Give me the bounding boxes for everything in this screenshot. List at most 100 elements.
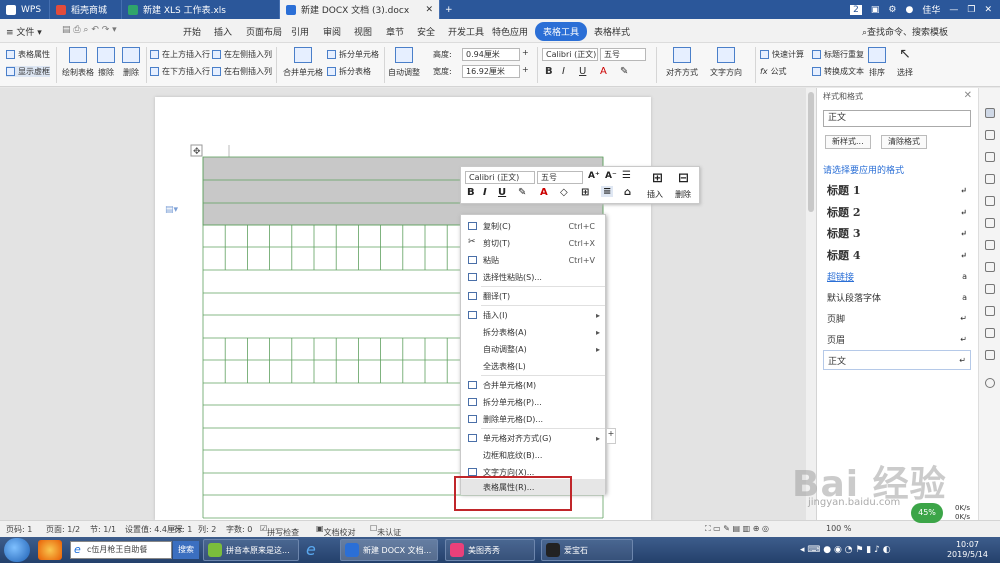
history-icon[interactable] (985, 350, 995, 360)
shading-icon[interactable]: ◇ (560, 187, 568, 198)
clear-format-button[interactable]: 清除格式 (881, 135, 927, 149)
image-icon[interactable] (985, 306, 995, 316)
menu-references[interactable]: 引用 (291, 25, 309, 38)
select-button[interactable]: ↖ 选择 (896, 47, 914, 78)
style-heading-4[interactable]: 标题 4 ↵ (823, 245, 971, 265)
doc-proof-button[interactable]: ▣ 文档校对 (316, 524, 356, 537)
menu-home[interactable]: 开始 (183, 25, 201, 38)
width-input[interactable]: 16.92厘米 (462, 65, 520, 78)
insert-row-above-button[interactable]: 在上方插入行 (150, 49, 210, 60)
height-stepper[interactable]: + (522, 48, 529, 57)
tray-icons[interactable]: ◂ ⌨ ● ◉ ◔ ⚑ ▮ ♪ ◐ (800, 545, 891, 555)
pane-close-icon[interactable]: ✕ (964, 90, 972, 101)
style-default-font[interactable]: 默认段落字体 a (823, 287, 971, 307)
tab-xls[interactable]: 新建 XLS 工作表.xls (122, 0, 280, 19)
style-normal[interactable]: 正文 ↵ (823, 350, 971, 370)
mini-underline-icon[interactable]: U (498, 187, 506, 198)
delete-button[interactable]: 删除 (122, 47, 140, 78)
select-icon[interactable] (985, 130, 995, 140)
menu-review[interactable]: 审阅 (323, 25, 341, 38)
collab-icon[interactable] (985, 262, 995, 272)
menu-auto-fit[interactable]: 自动调整(A) ▸ (461, 341, 605, 357)
menu-developer[interactable]: 开发工具 (448, 25, 484, 38)
view-mode-icons[interactable]: ⛶ ▭ ✎ ▤ ▥ ⊕ ◎ (705, 524, 769, 534)
file-menu[interactable]: ≡ 文件 ▾ (6, 25, 42, 38)
menu-delete-cells[interactable]: 删除单元格(D)... (461, 411, 605, 427)
minimize-icon[interactable]: — (949, 5, 958, 15)
help-icon[interactable] (985, 378, 995, 388)
menu-table-style[interactable]: 表格样式 (594, 25, 630, 38)
menu-insert[interactable]: 插入(I) ▸ (461, 307, 605, 323)
taskbar-search-input[interactable]: c伍月枪王自助餐 (70, 541, 172, 559)
shapes-icon[interactable] (985, 152, 995, 162)
mini-clear-icon[interactable]: ⌂ (624, 187, 631, 198)
favorite-icon[interactable] (985, 218, 995, 228)
grow-font-icon[interactable]: A⁺ (588, 171, 600, 181)
convert-to-text-button[interactable]: 转换成文本 (812, 66, 864, 77)
table-properties-button[interactable]: 表格属性 (6, 49, 50, 60)
highlight-icon[interactable]: ✎ (620, 66, 628, 77)
menu-paste-special[interactable]: 选择性粘贴(S)... (461, 269, 605, 285)
taskbar-search-button[interactable]: 搜索 (173, 541, 199, 559)
menu-cell-align[interactable]: 单元格对齐方式(G) ▸ (461, 430, 605, 446)
italic-icon[interactable]: I (562, 66, 565, 77)
style-footer[interactable]: 页脚 ↵ (823, 308, 971, 328)
user-name[interactable]: 佳华 (922, 3, 940, 16)
menu-copy[interactable]: 复制(C) Ctrl+C (461, 218, 605, 234)
font-select[interactable]: Calibri (正文) (542, 48, 598, 61)
mini-delete-icon[interactable]: ⊟ (678, 171, 689, 186)
mini-highlight-icon[interactable]: ✎ (518, 187, 526, 198)
close-window-icon[interactable]: ✕ (984, 5, 992, 15)
insert-col-right-button[interactable]: 在右侧插入列 (212, 66, 272, 77)
tab-wps[interactable]: WPS (0, 0, 50, 19)
paragraph-layout-icon[interactable]: ▤▾ (165, 205, 179, 215)
height-input[interactable]: 0.94厘米 (462, 48, 520, 61)
mini-delete-label[interactable]: 删除 (675, 189, 691, 200)
width-stepper[interactable]: + (522, 65, 529, 74)
shrink-font-icon[interactable]: A⁻ (605, 171, 617, 181)
split-table-button[interactable]: 拆分表格 (327, 66, 371, 77)
bold-icon[interactable]: B (545, 66, 553, 77)
menu-borders[interactable]: 边框和底纹(B)... (461, 447, 605, 463)
style-heading-3[interactable]: 标题 3 ↵ (823, 223, 971, 243)
menu-page-layout[interactable]: 页面布局 (246, 25, 282, 38)
menu-select-table[interactable]: 全选表格(L) (461, 358, 605, 374)
auto-fit-button[interactable]: 自动调整 (388, 47, 420, 78)
share-icon[interactable] (985, 240, 995, 250)
show-gridlines-button[interactable]: 显示虚框 (6, 66, 50, 77)
taskbar-item-meitu[interactable]: 美图秀秀 (445, 539, 535, 561)
menu-translate[interactable]: 翻译(T) (461, 288, 605, 304)
style-hyperlink[interactable]: 超链接 a (823, 266, 971, 286)
mini-size-select[interactable]: 五号 (537, 171, 583, 184)
mini-insert-icon[interactable]: ⊞ (652, 171, 663, 186)
draw-table-button[interactable]: 绘制表格 (62, 47, 94, 78)
menu-merge-cells[interactable]: 合并单元格(M) (461, 377, 605, 393)
insert-row-below-button[interactable]: 在下方插入行 (150, 66, 210, 77)
close-tab-icon[interactable]: ✕ (425, 5, 433, 15)
browser-quick-icon[interactable] (38, 540, 62, 560)
scrollbar-thumb[interactable] (808, 92, 814, 212)
quick-access-icons[interactable]: ▤ ⎙ ⌕ ↶ ↷ ▾ (62, 25, 117, 35)
tab-docx-active[interactable]: 新建 DOCX 文档 (3).docx ✕ (280, 0, 440, 19)
current-style-select[interactable]: 正文 (823, 110, 971, 127)
text-direction-button[interactable]: 文字方向 (710, 47, 742, 78)
user-avatar[interactable]: ● (906, 5, 914, 15)
style-heading-2[interactable]: 标题 2 ↵ (823, 202, 971, 222)
menu-security[interactable]: 安全 (417, 25, 435, 38)
menu-cut[interactable]: ✂ 剪切(T) Ctrl+X (461, 235, 605, 251)
style-heading-1[interactable]: 标题 1 ↵ (823, 180, 971, 200)
mini-align-icon[interactable]: ≡ (601, 186, 614, 197)
style-header[interactable]: 页眉 ↵ (823, 329, 971, 349)
new-style-button[interactable]: 新样式... (825, 135, 871, 149)
menu-split-cells[interactable]: 拆分单元格(P)... (461, 394, 605, 410)
cert-status[interactable]: ☐ 未认证 (370, 524, 401, 537)
menu-split-table[interactable]: 拆分表格(A) ▸ (461, 324, 605, 340)
menu-view[interactable]: 视图 (354, 25, 372, 38)
align-button[interactable]: 对齐方式 (666, 47, 698, 78)
mini-font-color-icon[interactable]: A (540, 187, 548, 198)
settings-icon[interactable]: ⚙ (888, 5, 896, 15)
tools-icon[interactable] (985, 196, 995, 206)
menu-insert[interactable]: 插入 (214, 25, 232, 38)
line-spacing-icon[interactable]: ☰ (622, 170, 631, 181)
mini-bold-icon[interactable]: B (467, 187, 475, 198)
